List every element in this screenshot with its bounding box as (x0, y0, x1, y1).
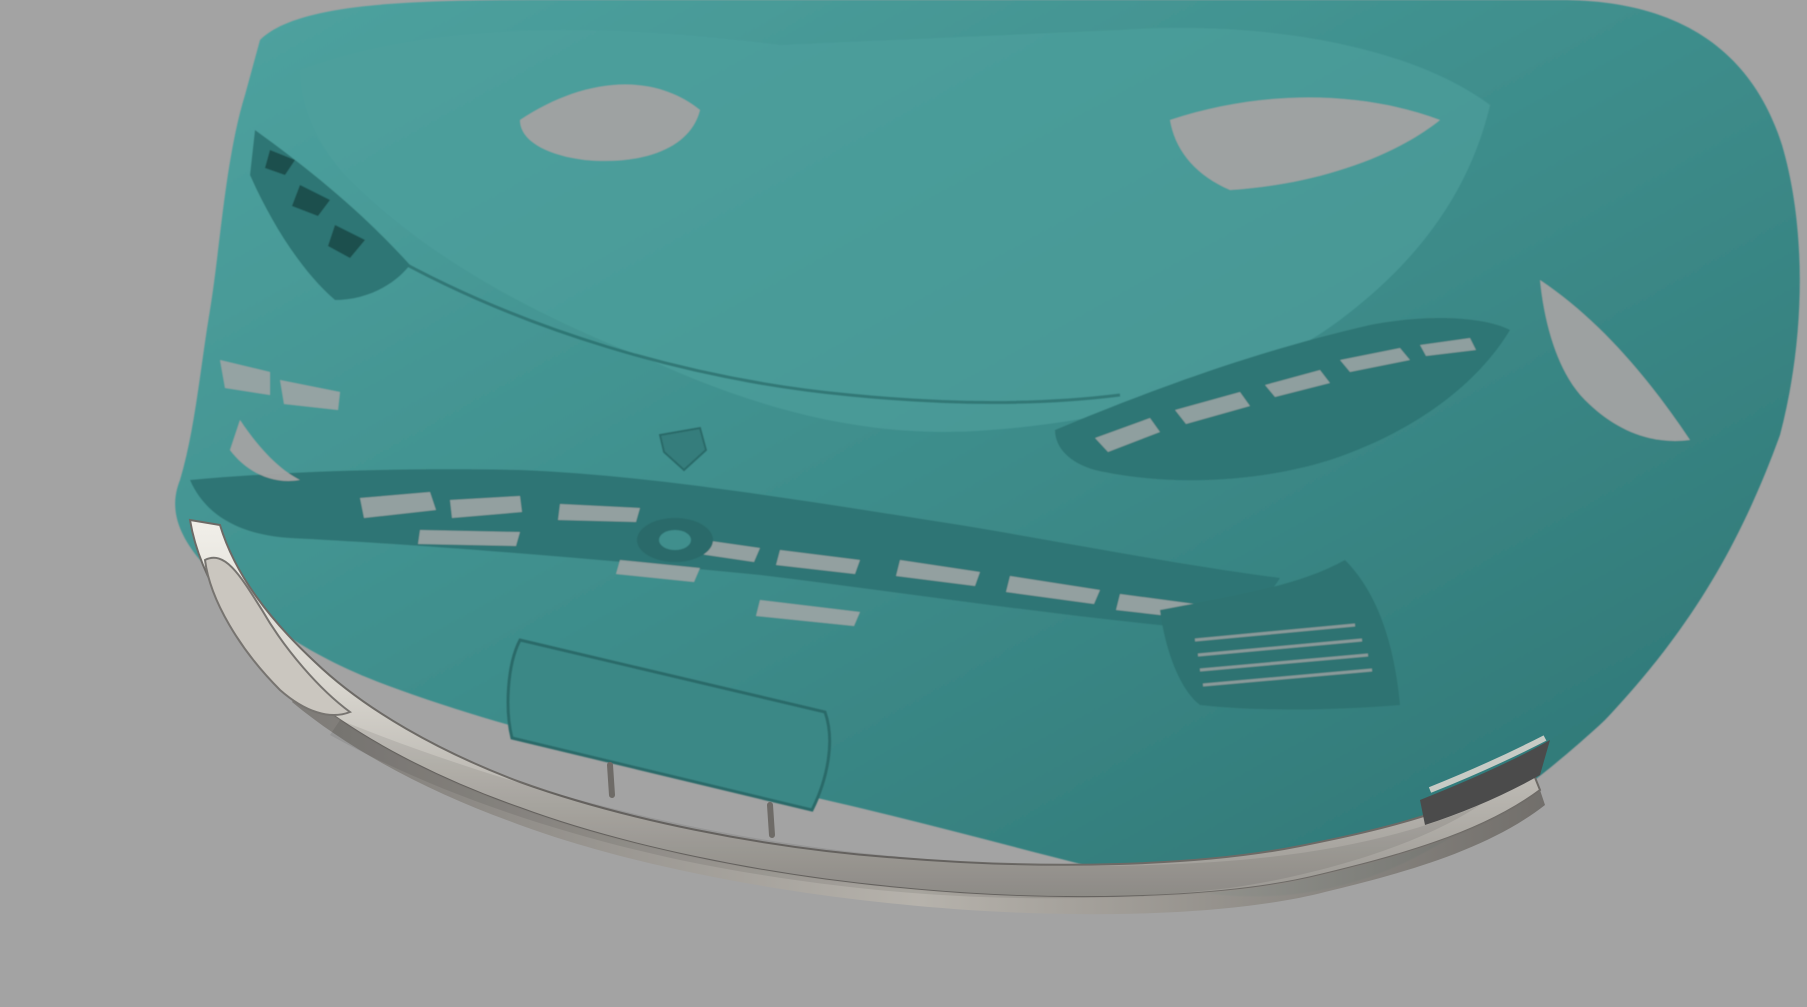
front-sensor-lens (659, 530, 691, 550)
3d-viewport[interactable] (0, 0, 1807, 1007)
3d-scene[interactable] (0, 0, 1807, 1007)
